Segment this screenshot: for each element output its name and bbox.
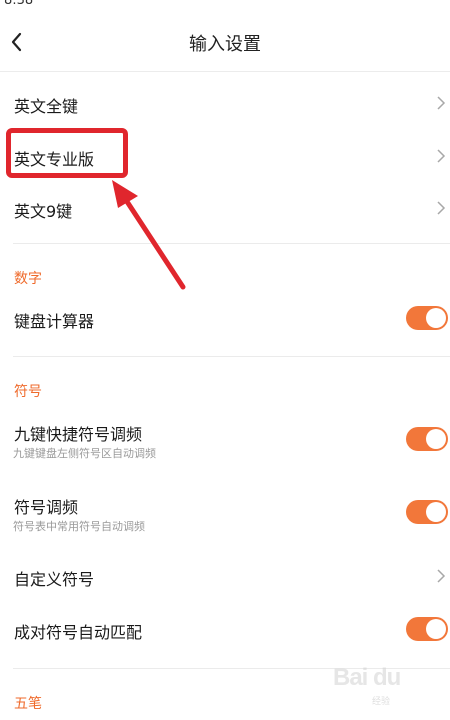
settings-row-nine-key-symbol-frequency[interactable]: 九键快捷符号调频 九键键盘左侧符号区自动调频 [0,412,450,468]
row-label: 成对符号自动匹配 [14,623,143,642]
paired-symbol-matching-toggle[interactable] [406,617,448,641]
settings-row-symbol-frequency[interactable]: 符号调频 符号表中常用符号自动调频 [0,485,450,541]
toggle-knob [426,429,446,449]
row-label: 英文全键 [14,97,79,116]
toggle-knob [426,502,446,522]
annotation-highlight-box [6,128,128,178]
settings-row-paired-symbol-matching[interactable]: 成对符号自动匹配 [0,603,450,655]
section-title-numbers: 数字 [14,271,42,287]
section-title-symbols: 符号 [14,384,42,400]
page-title: 输入设置 [189,34,261,55]
section-divider [13,243,450,244]
row-label: 九键快捷符号调频 [14,425,143,444]
settings-row-custom-symbols[interactable]: 自定义符号 [0,550,450,602]
symbol-frequency-toggle[interactable] [406,500,448,524]
row-label: 键盘计算器 [14,312,95,331]
chevron-right-icon [437,201,446,215]
row-label: 符号调频 [14,498,79,517]
watermark-logo: Bai du [333,664,401,691]
row-label: 自定义符号 [14,570,95,589]
row-description: 符号表中常用符号自动调频 [13,520,145,533]
toggle-knob [426,619,446,639]
chevron-right-icon [437,149,446,163]
calculator-toggle[interactable] [406,306,448,330]
chevron-right-icon [437,96,446,110]
section-divider [13,356,450,357]
nav-bar: 输入设置 [0,0,450,72]
chevron-right-icon [437,569,446,583]
toggle-knob [426,308,446,328]
settings-row-english-full-keyboard[interactable]: 英文全键 [0,77,450,129]
watermark-sub: 经验 [372,697,391,707]
section-title-wubi: 五笔 [14,696,42,712]
row-label: 英文9键 [14,202,73,221]
nine-key-symbol-frequency-toggle[interactable] [406,427,448,451]
settings-row-english-9-key[interactable]: 英文9键 [0,182,450,234]
row-description: 九键键盘左侧符号区自动调频 [13,447,156,460]
settings-row-keyboard-calculator[interactable]: 键盘计算器 [0,292,450,344]
